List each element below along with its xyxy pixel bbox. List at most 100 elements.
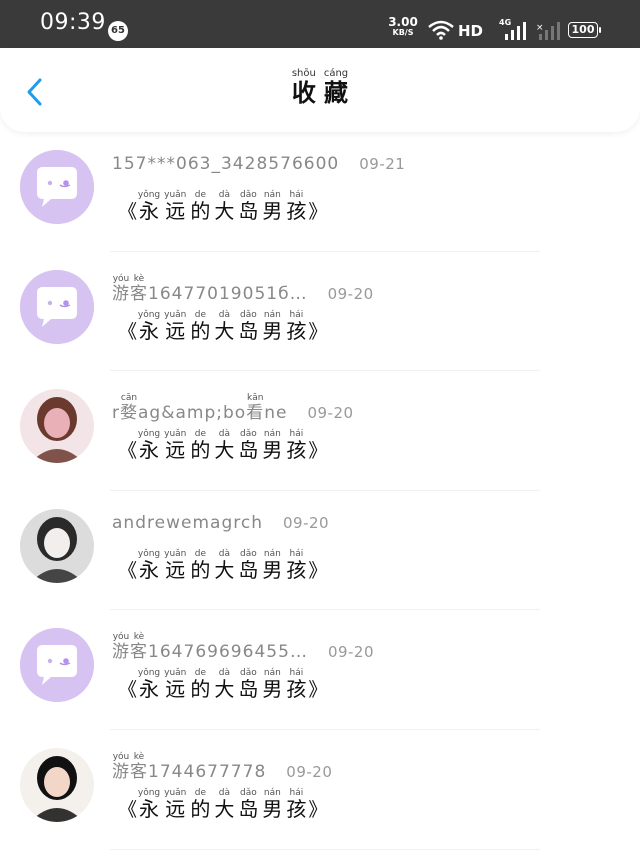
book-title-char: 的de	[190, 190, 211, 223]
name-char: 婺cān	[120, 393, 138, 424]
notification-badge: 65	[108, 21, 128, 41]
signal-secondary-icon: ×	[536, 22, 560, 44]
speed-unit: KB/S	[392, 28, 414, 37]
book-title-char: 远yuǎn	[164, 190, 187, 223]
open-quote: 《	[118, 559, 138, 582]
avatar[interactable]	[20, 628, 94, 703]
item-date: 09-20	[327, 284, 374, 303]
book-title-char: 男nán	[262, 548, 283, 582]
book-title-char: 孩hái	[286, 190, 307, 223]
book-title-char: 岛dǎo	[238, 309, 259, 343]
hd-indicator: HD	[458, 22, 484, 40]
book-title-char: 的de	[190, 668, 211, 702]
close-quote: 》	[308, 201, 328, 223]
open-quote: 《	[118, 201, 138, 223]
item-meta: r婺cānag&amp;bo看kānne 09-20	[112, 393, 354, 423]
book-title-char: 大dà	[214, 190, 235, 223]
user-name: 游yóu客kè16477019051б…	[112, 273, 308, 304]
avatar[interactable]	[20, 150, 94, 224]
close-quote: 》	[308, 440, 328, 463]
open-quote: 《	[118, 440, 138, 463]
book-title: 《永yǒng远yuǎn的de大dà岛dǎo男nán孩hái》	[118, 668, 327, 702]
status-bar: 09:39 65 3.00 KB/S HD 4G × 100	[0, 0, 640, 48]
chat-bubble-icon	[20, 150, 94, 224]
battery-icon: 100	[568, 22, 601, 38]
book-title-char: 永yǒng	[137, 190, 161, 223]
list-item[interactable]: andrewemagrch 09-20 《永yǒng远yuǎn的de大dà岛dǎo男…	[0, 491, 640, 611]
open-quote: 《	[118, 798, 138, 821]
user-name: r婺cānag&amp;bo看kānne	[112, 393, 288, 424]
app-header: 收shōu 藏cáng	[0, 48, 640, 132]
name-char: 看kān	[246, 393, 265, 424]
page-title: 收shōu 藏cáng	[0, 68, 640, 108]
list-item[interactable]: 157***063_3428576600 09-21 《永yǒng远yuǎn的de大…	[0, 132, 640, 252]
book-title-char: 孩hái	[286, 787, 307, 821]
book-title-char: 孩hái	[286, 548, 307, 582]
book-title-char: 岛dǎo	[238, 190, 259, 223]
book-title-char: 男nán	[262, 668, 283, 702]
user-photo	[20, 747, 94, 822]
book-title-char: 孩hái	[286, 309, 307, 343]
book-title-char: 远yuǎn	[164, 309, 187, 343]
close-quote: 》	[308, 679, 328, 702]
user-photo	[20, 508, 94, 583]
book-title-char: 男nán	[262, 190, 283, 223]
list-item[interactable]: 游yóu客kè1744677778 09-20 《永yǒng远yuǎn的de大dà岛…	[0, 730, 640, 850]
close-quote: 》	[308, 559, 328, 582]
book-title: 《永yǒng远yuǎn的de大dà岛dǎo男nán孩hái》	[118, 429, 327, 463]
item-meta: 游yóu客kè16477019051б… 09-20	[112, 274, 374, 304]
book-title-char: 岛dǎo	[238, 668, 259, 702]
close-quote: 》	[308, 798, 328, 821]
book-title-char: 大dà	[214, 668, 235, 702]
book-title-char: 大dà	[214, 309, 235, 343]
book-title-char: 岛dǎo	[238, 429, 259, 463]
avatar[interactable]	[20, 269, 94, 344]
speed-value: 3.00	[388, 15, 418, 29]
item-meta: 游yóu客kè164769696455… 09-20	[112, 632, 374, 662]
title-char: 藏cáng	[323, 68, 349, 107]
chat-bubble-icon	[20, 269, 94, 344]
name-char: 客kè	[130, 273, 148, 304]
user-photo	[20, 389, 94, 464]
item-date: 09-20	[286, 762, 333, 781]
book-title-char: 远yuǎn	[164, 429, 187, 463]
open-quote: 《	[118, 679, 138, 702]
book-title-char: 永yǒng	[137, 309, 161, 343]
book-title-char: 孩hái	[286, 429, 307, 463]
book-title: 《永yǒng远yuǎn的de大dà岛dǎo男nán孩hái》	[118, 310, 327, 344]
book-title-char: 远yuǎn	[164, 548, 187, 582]
item-date: 09-20	[283, 513, 330, 532]
book-title: 《永yǒng远yuǎn的de大dà岛dǎo男nán孩hái》	[118, 549, 327, 583]
item-meta: 157***063_3428576600 09-21	[112, 154, 405, 174]
avatar[interactable]	[20, 508, 94, 583]
user-name: 游yóu客kè164769696455…	[112, 632, 308, 663]
book-title-char: 的de	[190, 548, 211, 582]
book-title-char: 的de	[190, 309, 211, 343]
list-item[interactable]: 游yóu客kè16477019051б… 09-20 《永yǒng远yuǎn的de大…	[0, 252, 640, 372]
book-title-char: 的de	[190, 429, 211, 463]
list-item[interactable]: 游yóu客kè164769696455… 09-20 《永yǒng远yuǎn的de大…	[0, 610, 640, 730]
close-quote: 》	[308, 320, 328, 343]
item-meta: andrewemagrch 09-20	[112, 513, 329, 533]
signal-icon	[504, 22, 526, 44]
book-title-char: 岛dǎo	[238, 548, 259, 582]
item-meta: 游yóu客kè1744677778 09-20	[112, 752, 332, 782]
user-name: andrewemagrch	[112, 512, 264, 533]
book-title-char: 岛dǎo	[238, 787, 259, 821]
name-char: 客kè	[130, 632, 148, 663]
avatar[interactable]	[20, 389, 94, 464]
divider	[110, 848, 540, 850]
book-title-char: 永yǒng	[137, 548, 161, 582]
name-char: 游yóu	[112, 273, 130, 304]
book-title-char: 孩hái	[286, 668, 307, 702]
user-name: 游yóu客kè1744677778	[112, 751, 267, 782]
book-title-char: 远yuǎn	[164, 668, 187, 702]
item-date: 09-20	[307, 404, 354, 423]
svg-text:×: ×	[536, 23, 544, 33]
book-title-char: 永yǒng	[137, 429, 161, 463]
title-char: 收shōu	[291, 68, 316, 107]
book-title: 《永yǒng远yuǎn的de大dà岛dǎo男nán孩hái》	[118, 190, 327, 224]
list-item[interactable]: r婺cānag&amp;bo看kānne 09-20 《永yǒng远yuǎn的de大…	[0, 371, 640, 491]
book-title: 《永yǒng远yuǎn的de大dà岛dǎo男nán孩hái》	[118, 788, 327, 822]
avatar[interactable]	[20, 747, 94, 822]
